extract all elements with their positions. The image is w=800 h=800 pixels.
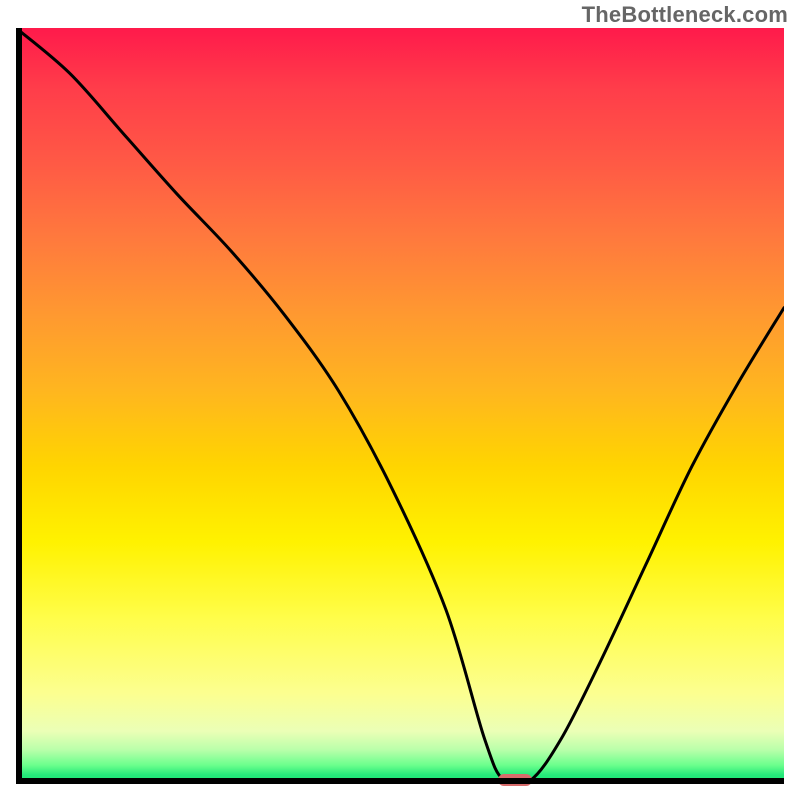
optimal-marker <box>498 774 532 786</box>
plot-area <box>16 28 784 784</box>
bottleneck-curve <box>16 28 784 784</box>
watermark-text: TheBottleneck.com <box>582 2 788 28</box>
chart-container: TheBottleneck.com <box>0 0 800 800</box>
